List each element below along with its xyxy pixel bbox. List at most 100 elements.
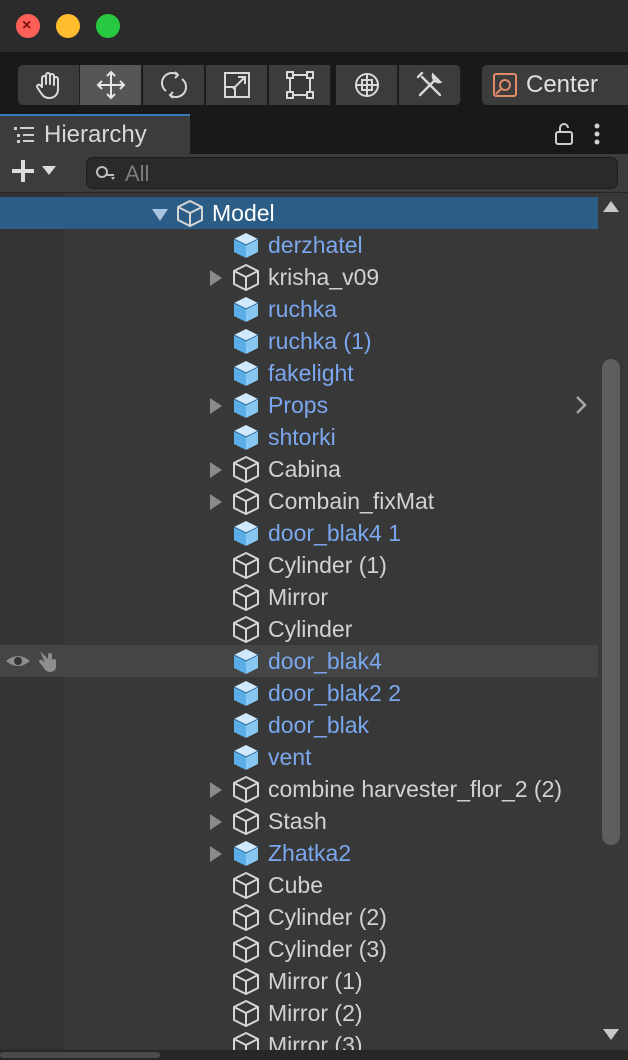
move-arrows-icon <box>96 70 125 100</box>
pivot-label: Center <box>526 71 599 98</box>
prefab-cube-icon <box>233 841 259 866</box>
tree-row-label: ruchka (1) <box>268 328 372 354</box>
horizontal-scrollbar-thumb[interactable] <box>0 1052 160 1058</box>
tree-row-label: Props <box>268 392 329 418</box>
prefab-cube-icon <box>233 233 259 258</box>
hand-icon <box>35 72 59 99</box>
gameobject-cube-icon <box>233 1000 259 1027</box>
tree-row[interactable]: derzhatel <box>0 229 598 261</box>
tree-row[interactable]: Cube <box>0 869 598 901</box>
fold-closed-triangle-icon[interactable] <box>210 814 222 830</box>
gameobject-cube-icon <box>233 616 259 643</box>
plus-icon <box>12 160 34 182</box>
tree-row-label: Stash <box>268 808 327 834</box>
scroll-up-arrow-icon[interactable] <box>603 201 619 212</box>
scale-icon <box>223 72 250 98</box>
tree-row[interactable]: door_blak4 <box>0 645 598 677</box>
search-field[interactable] <box>86 157 618 189</box>
tree-row[interactable]: Combain_fixMat <box>0 485 598 517</box>
close-icon: × <box>22 17 32 34</box>
lock-icon[interactable] <box>554 122 574 146</box>
tree-row-label: Model <box>212 200 275 226</box>
tree-row-label: Cabina <box>268 456 341 482</box>
pickable-hand-icon[interactable] <box>36 649 60 673</box>
prefab-cube-icon <box>233 521 259 546</box>
minimize-window-button[interactable] <box>56 14 80 38</box>
visibility-eye-icon[interactable] <box>4 651 32 671</box>
prefab-cube-icon <box>233 329 259 354</box>
fold-closed-triangle-icon[interactable] <box>210 782 222 798</box>
tab-hierarchy[interactable]: Hierarchy <box>0 114 190 154</box>
tree-row[interactable]: Cylinder <box>0 613 598 645</box>
gameobject-cube-icon <box>233 264 259 291</box>
pivot-center-button[interactable]: Center <box>482 65 628 105</box>
rect-tool-button[interactable] <box>269 65 331 105</box>
tree-row-label: krisha_v09 <box>268 264 380 290</box>
tree-row[interactable]: Cylinder (2) <box>0 901 598 933</box>
tree-row[interactable]: Model <box>0 197 598 229</box>
create-dropdown-button[interactable] <box>10 158 56 184</box>
tree-row[interactable]: shtorki <box>0 421 598 453</box>
tree-row[interactable]: krisha_v09 <box>0 261 598 293</box>
tree-row[interactable]: Props <box>0 389 598 421</box>
search-icon <box>96 166 115 180</box>
close-window-button[interactable]: × <box>16 14 40 38</box>
tree-row[interactable]: fakelight <box>0 357 598 389</box>
transform-tool-button[interactable] <box>336 65 398 105</box>
tree-row[interactable]: ruchka (1) <box>0 325 598 357</box>
rect-transform-icon <box>285 71 314 99</box>
tree-row[interactable]: Cylinder (3) <box>0 933 598 965</box>
scrollbar-thumb[interactable] <box>602 359 620 845</box>
hand-tool-button[interactable] <box>18 65 80 105</box>
hierarchy-search-row <box>0 154 628 193</box>
rotate-tool-button[interactable] <box>143 65 205 105</box>
tree-row[interactable]: door_blak2 2 <box>0 677 598 709</box>
gameobject-cube-icon <box>233 904 259 931</box>
move-tool-button[interactable] <box>80 65 142 105</box>
tree-row-label: Cylinder (1) <box>268 552 387 578</box>
tree-row[interactable]: door_blak4 1 <box>0 517 598 549</box>
hierarchy-panel-header: Hierarchy <box>0 114 628 154</box>
tree-row[interactable]: Mirror (1) <box>0 965 598 997</box>
tree-row[interactable]: combine harvester_flor_2 (2) <box>0 773 598 805</box>
zoom-window-button[interactable] <box>96 14 120 38</box>
fold-closed-triangle-icon[interactable] <box>210 846 222 862</box>
fold-closed-triangle-icon[interactable] <box>210 462 222 478</box>
search-input[interactable] <box>123 160 607 188</box>
tree-row-label: door_blak4 1 <box>268 520 401 546</box>
tree-row[interactable]: vent <box>0 741 598 773</box>
kebab-menu-icon[interactable] <box>590 122 604 146</box>
tree-row[interactable]: Mirror <box>0 581 598 613</box>
hierarchy-tree: Model derzhatel krisha_v09ruchka ruchka (1)… <box>0 193 598 1060</box>
open-prefab-arrow-icon[interactable] <box>574 395 588 415</box>
scroll-down-arrow-icon[interactable] <box>603 1029 619 1040</box>
tree-row[interactable]: door_blak <box>0 709 598 741</box>
tree-row-label: Combain_fixMat <box>268 488 435 514</box>
tree-row-label: Cylinder <box>268 616 353 642</box>
prefab-cube-icon <box>233 393 259 418</box>
tree-row-label: derzhatel <box>268 232 363 258</box>
tree-row-label: door_blak <box>268 712 370 738</box>
tree-row[interactable]: ruchka <box>0 293 598 325</box>
gameobject-cube-icon <box>177 200 203 227</box>
tree-row[interactable]: Cylinder (1) <box>0 549 598 581</box>
fold-open-triangle-icon[interactable] <box>152 209 168 221</box>
tree-row[interactable]: Stash <box>0 805 598 837</box>
custom-tool-button[interactable] <box>399 65 461 105</box>
prefab-cube-icon <box>233 681 259 706</box>
tree-row[interactable]: Zhatka2 <box>0 837 598 869</box>
tree-row-label: Mirror (2) <box>268 1000 363 1026</box>
vertical-scrollbar[interactable] <box>598 193 628 1050</box>
tree-row-label: vent <box>268 744 312 770</box>
fold-closed-triangle-icon[interactable] <box>210 398 222 414</box>
tree-row[interactable]: Mirror (2) <box>0 997 598 1029</box>
tree-row-label: combine harvester_flor_2 (2) <box>268 776 563 802</box>
tree-row[interactable]: Cabina <box>0 453 598 485</box>
scale-tool-button[interactable] <box>206 65 268 105</box>
list-icon <box>14 127 34 143</box>
fold-closed-triangle-icon[interactable] <box>210 494 222 510</box>
fold-closed-triangle-icon[interactable] <box>210 270 222 286</box>
tree-row-label: Mirror (1) <box>268 968 363 994</box>
tree-row-label: door_blak2 2 <box>268 680 401 706</box>
horizontal-scrollbar[interactable] <box>0 1050 628 1060</box>
